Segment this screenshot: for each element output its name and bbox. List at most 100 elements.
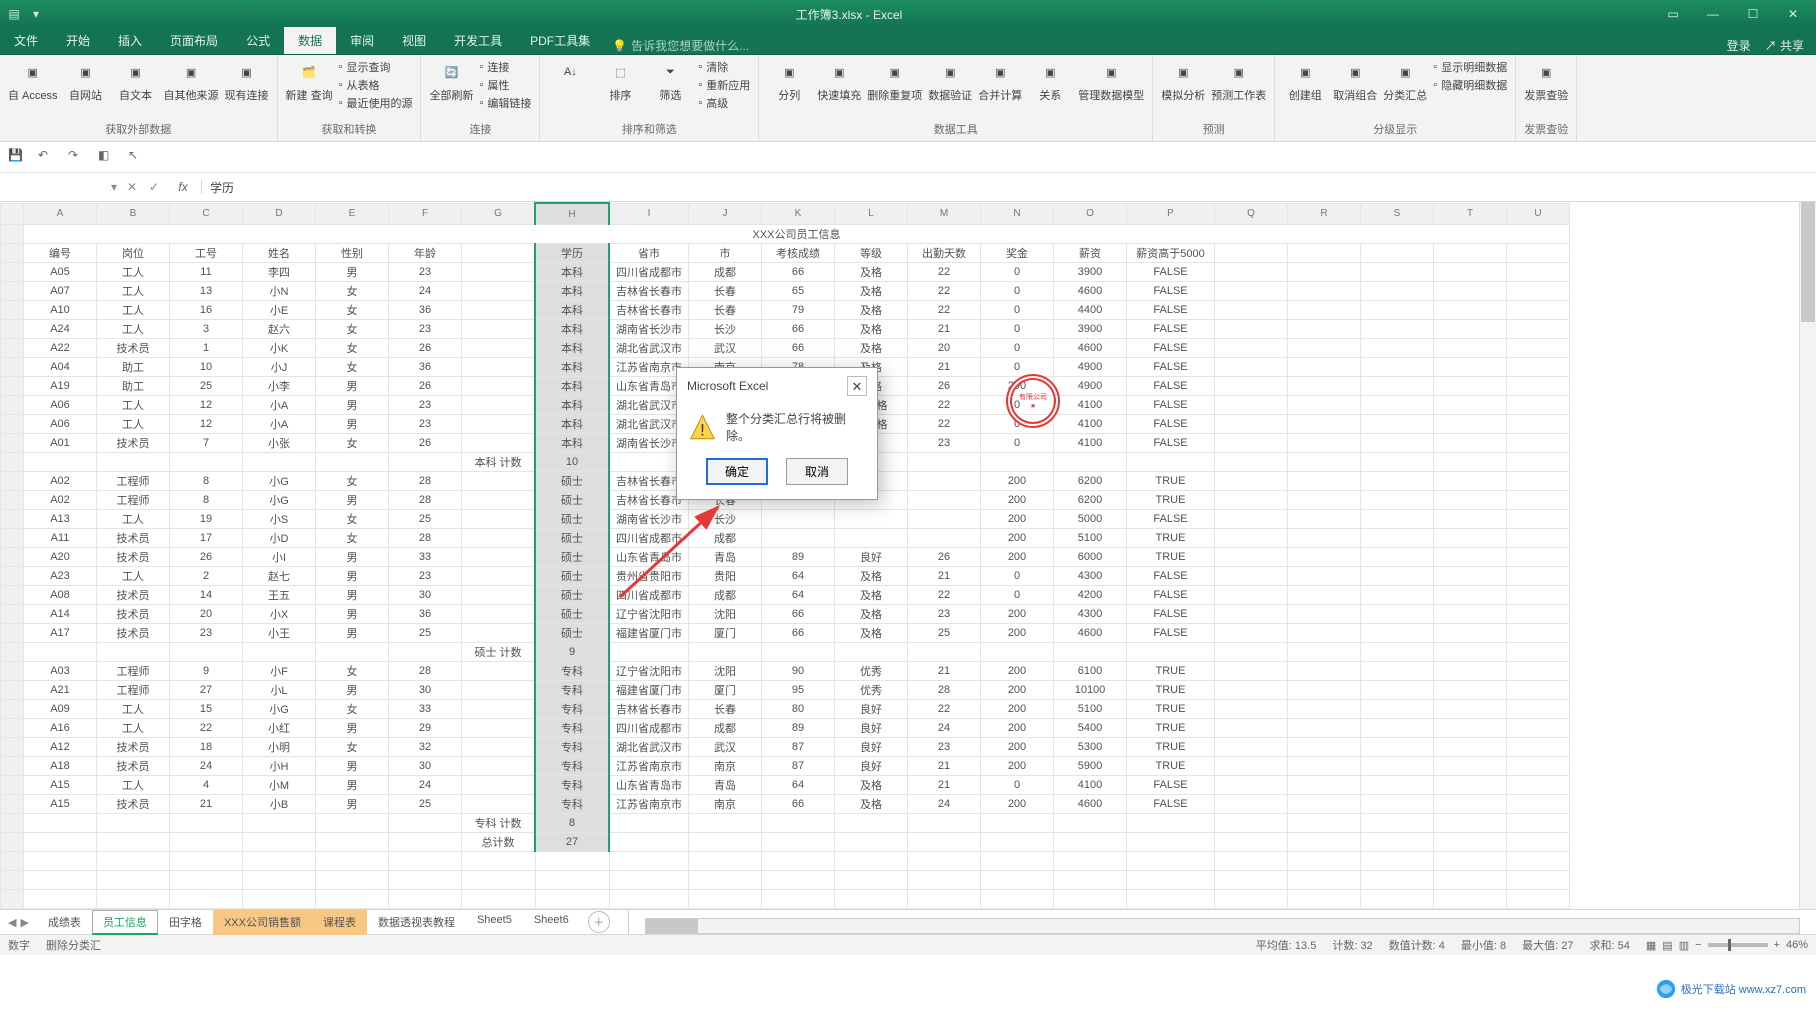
data-cell[interactable]: 23 [389, 263, 462, 282]
vertical-scrollbar[interactable] [1799, 202, 1816, 909]
data-cell[interactable] [1127, 833, 1215, 852]
data-cell[interactable]: 技术员 [97, 548, 170, 567]
data-cell[interactable]: 21 [170, 795, 243, 814]
data-cell[interactable]: 23 [389, 320, 462, 339]
header-cell[interactable]: 编号 [24, 244, 97, 263]
data-cell[interactable]: 4100 [1054, 776, 1127, 795]
data-cell[interactable]: 武汉 [689, 339, 762, 358]
header-cell[interactable]: 等级 [835, 244, 908, 263]
data-cell[interactable]: TRUE [1127, 757, 1215, 776]
data-cell[interactable] [316, 453, 389, 472]
data-cell[interactable]: 200 [981, 795, 1054, 814]
zoom-in-button[interactable]: + [1774, 939, 1780, 951]
data-cell[interactable]: 总计数 [462, 833, 536, 852]
sheet-tab[interactable]: XXX公司销售额 [213, 910, 312, 935]
data-cell[interactable]: 工人 [97, 719, 170, 738]
data-cell[interactable]: 22 [170, 719, 243, 738]
data-cell[interactable]: 21 [908, 662, 981, 681]
data-cell[interactable]: 小明 [243, 738, 316, 757]
data-cell[interactable]: TRUE [1127, 529, 1215, 548]
data-cell[interactable]: 及格 [835, 282, 908, 301]
data-cell[interactable] [462, 415, 536, 434]
data-cell[interactable]: 64 [762, 586, 835, 605]
data-cell[interactable] [462, 605, 536, 624]
data-cell[interactable]: 小G [243, 491, 316, 510]
data-cell[interactable] [462, 282, 536, 301]
row-header[interactable] [1, 681, 24, 700]
data-cell[interactable]: 男 [316, 263, 389, 282]
data-cell[interactable]: 4600 [1054, 282, 1127, 301]
data-cell[interactable]: FALSE [1127, 282, 1215, 301]
data-cell[interactable]: 技术员 [97, 795, 170, 814]
data-cell[interactable]: 11 [170, 263, 243, 282]
data-tool-button[interactable]: ▣数据验证 [928, 59, 972, 103]
column-header[interactable]: D [243, 203, 316, 225]
data-cell[interactable]: 男 [316, 624, 389, 643]
data-cell[interactable]: 4400 [1054, 301, 1127, 320]
data-cell[interactable]: A10 [24, 301, 97, 320]
ribbon-tab[interactable]: 页面布局 [156, 27, 232, 54]
header-cell[interactable]: 学历 [535, 244, 609, 263]
data-cell[interactable]: 专科 [535, 757, 609, 776]
data-cell[interactable]: 32 [389, 738, 462, 757]
data-cell[interactable]: 专科 [535, 776, 609, 795]
data-cell[interactable]: 长春 [689, 282, 762, 301]
data-cell[interactable]: 女 [316, 434, 389, 453]
dialog-cancel-button[interactable]: 取消 [786, 458, 848, 485]
data-cell[interactable] [462, 377, 536, 396]
row-header[interactable] [1, 377, 24, 396]
data-cell[interactable] [170, 643, 243, 662]
data-cell[interactable] [1127, 453, 1215, 472]
data-cell[interactable]: 男 [316, 605, 389, 624]
forecast-button[interactable]: ▣模拟分析 [1161, 59, 1205, 103]
data-cell[interactable]: 23 [170, 624, 243, 643]
data-cell[interactable] [609, 643, 689, 662]
data-cell[interactable]: 2 [170, 567, 243, 586]
data-cell[interactable] [97, 833, 170, 852]
data-cell[interactable]: 5900 [1054, 757, 1127, 776]
data-cell[interactable]: 技术员 [97, 624, 170, 643]
data-cell[interactable]: 本科 [535, 396, 609, 415]
data-cell[interactable] [762, 814, 835, 833]
data-cell[interactable]: 贵阳 [689, 567, 762, 586]
data-cell[interactable] [97, 814, 170, 833]
data-cell[interactable]: 36 [389, 301, 462, 320]
data-cell[interactable]: 10 [170, 358, 243, 377]
data-cell[interactable]: 80 [762, 700, 835, 719]
data-cell[interactable]: 男 [316, 415, 389, 434]
data-cell[interactable]: 25 [389, 510, 462, 529]
data-cell[interactable]: 28 [389, 491, 462, 510]
data-cell[interactable]: 64 [762, 776, 835, 795]
data-cell[interactable]: 8 [535, 814, 609, 833]
data-cell[interactable]: 硕士 [535, 567, 609, 586]
data-cell[interactable]: 技术员 [97, 529, 170, 548]
data-cell[interactable] [835, 510, 908, 529]
undo-icon[interactable]: ↶ [38, 148, 56, 166]
data-cell[interactable]: 小王 [243, 624, 316, 643]
data-cell[interactable]: 0 [981, 567, 1054, 586]
data-cell[interactable] [609, 833, 689, 852]
data-cell[interactable] [24, 814, 97, 833]
data-cell[interactable]: 助工 [97, 358, 170, 377]
data-cell[interactable]: 成都 [689, 263, 762, 282]
data-cell[interactable]: 5400 [1054, 719, 1127, 738]
data-cell[interactable]: 小E [243, 301, 316, 320]
data-cell[interactable]: 工程师 [97, 681, 170, 700]
data-cell[interactable]: 小红 [243, 719, 316, 738]
row-header[interactable] [1, 795, 24, 814]
data-cell[interactable]: 工程师 [97, 491, 170, 510]
data-cell[interactable]: 4600 [1054, 795, 1127, 814]
data-cell[interactable]: A15 [24, 795, 97, 814]
data-cell[interactable]: 66 [762, 320, 835, 339]
header-cell[interactable]: 工号 [170, 244, 243, 263]
data-cell[interactable] [462, 472, 536, 491]
data-cell[interactable] [462, 320, 536, 339]
row-header[interactable] [1, 510, 24, 529]
data-cell[interactable]: 23 [908, 434, 981, 453]
row-header[interactable] [1, 225, 24, 244]
data-cell[interactable] [389, 833, 462, 852]
data-cell[interactable]: 成都 [689, 586, 762, 605]
ribbon-tab[interactable]: 视图 [388, 27, 440, 54]
ext-data-button[interactable]: ▣自网站 [64, 59, 108, 103]
ribbon-tab[interactable]: 文件 [0, 27, 52, 54]
